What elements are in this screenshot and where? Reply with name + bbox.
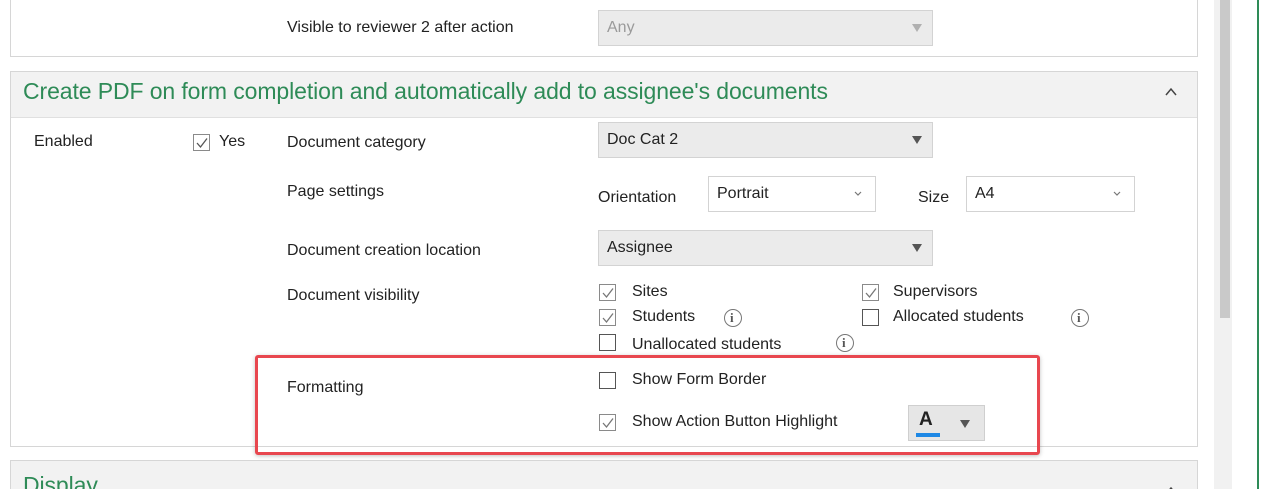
orientation-label: Orientation [598,189,677,206]
document-category-value: Doc Cat 2 [607,131,679,148]
checkmark-icon [865,288,877,299]
enabled-checkbox[interactable] [193,134,210,151]
allocated-students-label: Allocated students [893,308,1024,325]
display-panel-header[interactable]: Display [10,460,1198,489]
formatting-highlight-box [255,355,1040,455]
unallocated-students-info-icon[interactable]: i [836,334,854,352]
document-category-dropdown[interactable]: Doc Cat 2 [598,122,933,158]
supervisors-checkbox[interactable] [862,284,879,301]
enabled-label: Enabled [34,133,93,150]
visible-to-reviewer-2-dropdown[interactable]: Any [598,10,933,46]
dropdown-arrow-icon [912,136,922,144]
chevron-down-icon [1113,191,1121,196]
document-creation-location-dropdown[interactable]: Assignee [598,230,933,266]
page-settings-label: Page settings [287,183,384,200]
document-category-label: Document category [287,134,426,151]
sites-checkbox[interactable] [599,284,616,301]
orientation-value: Portrait [717,185,769,202]
orientation-select[interactable]: Portrait [708,176,876,212]
size-value: A4 [975,185,995,202]
supervisors-label: Supervisors [893,283,978,300]
students-checkbox[interactable] [599,309,616,326]
document-creation-location-label: Document creation location [287,242,481,259]
sites-label: Sites [632,283,668,300]
create-pdf-panel-header[interactable]: Create PDF on form completion and automa… [11,72,1197,118]
display-panel-title: Display [23,472,98,489]
chevron-up-icon[interactable] [1165,86,1177,98]
unallocated-students-checkbox[interactable] [599,334,616,351]
dropdown-arrow-icon [912,24,922,32]
students-info-icon[interactable]: i [724,309,742,327]
allocated-students-info-icon[interactable]: i [1071,309,1089,327]
allocated-students-checkbox[interactable] [862,309,879,326]
document-creation-location-value: Assignee [607,239,673,256]
checkmark-icon [196,138,208,149]
window-border-line [1257,0,1259,489]
dropdown-arrow-icon [912,244,922,252]
visible-to-reviewer-2-value: Any [607,19,635,36]
size-select[interactable]: A4 [966,176,1135,212]
scrollbar-thumb[interactable] [1220,0,1230,318]
size-label: Size [918,189,950,206]
unallocated-students-label: Unallocated students [632,336,782,353]
students-label: Students [632,308,696,325]
checkmark-icon [602,313,614,324]
chevron-down-icon [854,191,862,196]
visible-to-reviewer-2-label: Visible to reviewer 2 after action [287,19,514,36]
chevron-up-icon[interactable] [1165,485,1177,489]
document-visibility-label: Document visibility [287,287,420,304]
create-pdf-panel-title: Create PDF on form completion and automa… [23,78,828,104]
enabled-yes-label: Yes [219,133,246,150]
checkmark-icon [602,288,614,299]
